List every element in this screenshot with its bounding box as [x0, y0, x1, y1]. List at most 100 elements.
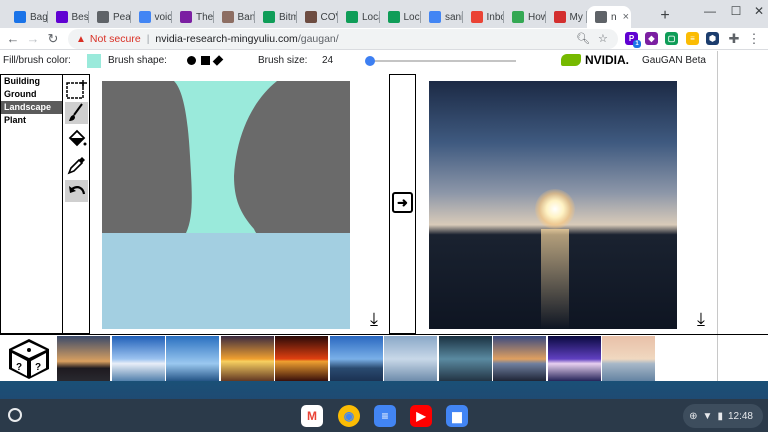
nvidia-logo: NVIDIA.	[561, 53, 629, 67]
brush-icon[interactable]	[65, 102, 88, 124]
style-thumbnail[interactable]	[111, 336, 165, 382]
zoom-icon[interactable]: 🔍︎	[576, 32, 590, 45]
brush-square-icon[interactable]	[201, 56, 210, 65]
style-thumbnail[interactable]	[275, 336, 328, 382]
category-building[interactable]: Building	[1, 75, 62, 88]
brush-size-slider-track[interactable]	[366, 60, 516, 62]
close-window-button[interactable]: ✕	[749, 4, 768, 18]
browser-tab[interactable]: How	[504, 6, 546, 28]
tab-favicon-icon	[595, 11, 607, 23]
eyedropper-icon[interactable]	[65, 154, 88, 176]
new-tab-button[interactable]: +	[655, 6, 675, 26]
tab-favicon-icon	[14, 11, 26, 23]
forward-icon[interactable]: →	[24, 30, 42, 48]
tab-label: How	[528, 11, 546, 23]
extension-green-icon[interactable]: ▢	[665, 32, 678, 45]
security-status[interactable]: Not secure	[90, 33, 141, 45]
download-output-icon[interactable]: ⤓	[691, 309, 711, 329]
app-title: GauGAN Beta	[642, 55, 706, 66]
browser-tab[interactable]: sanit	[421, 6, 463, 28]
address-bar[interactable]: ▲ Not secure | nvidia-research-mingyuliu…	[68, 29, 618, 49]
launcher-icon[interactable]	[8, 408, 22, 422]
reload-icon[interactable]: ↻	[44, 30, 62, 48]
menu-kebab-icon[interactable]: ⋮	[745, 30, 763, 48]
tab-label: My L	[569, 11, 588, 23]
extension-hex-icon[interactable]: ⬢	[706, 32, 719, 45]
undo-icon[interactable]	[65, 180, 88, 202]
tab-favicon-icon	[429, 11, 441, 23]
category-ground[interactable]: Ground	[1, 88, 62, 101]
category-landscape[interactable]: Landscape	[1, 101, 62, 114]
style-thumbnail[interactable]	[384, 336, 437, 382]
extension-shield-icon[interactable]: ◆	[645, 32, 658, 45]
tab-label: Loca	[362, 11, 380, 23]
browser-tab[interactable]: The	[172, 6, 214, 28]
style-thumbnail[interactable]	[329, 336, 383, 382]
new-canvas-icon[interactable]	[65, 78, 88, 100]
tab-label: voice	[154, 11, 173, 23]
browser-tab[interactable]: Best	[48, 6, 89, 28]
back-icon[interactable]: ←	[4, 30, 22, 48]
tab-label: COV	[320, 11, 339, 23]
gaugan-page: Fill/brush color: Brush shape: Brush siz…	[0, 51, 768, 382]
tab-favicon-icon	[470, 11, 483, 23]
brush-diamond-icon[interactable]	[212, 55, 224, 66]
style-thumbnail[interactable]	[493, 336, 546, 382]
category-list: Building Ground Landscape Plant	[0, 74, 62, 334]
sun-reflection	[541, 229, 569, 329]
browser-tab[interactable]: Bitm	[255, 6, 297, 28]
style-thumbnail[interactable]	[220, 336, 274, 382]
category-plant[interactable]: Plant	[1, 114, 62, 127]
tab-close-icon[interactable]: ×	[623, 11, 629, 23]
style-thumbnail[interactable]	[438, 336, 492, 382]
segmentation-map	[102, 81, 350, 329]
browser-tab[interactable]: Peak	[89, 6, 131, 28]
browser-tab[interactable]: Inbo	[463, 6, 504, 28]
tab-label: sanit	[445, 11, 463, 23]
url-divider: |	[146, 33, 150, 45]
fill-color-swatch[interactable]	[87, 54, 101, 68]
browser-tab[interactable]: n ×	[587, 6, 631, 28]
style-thumbnail[interactable]	[166, 336, 219, 382]
gmail-icon[interactable]: M	[301, 405, 323, 427]
status-tray[interactable]: ⊕ ▼ ▮ 12:48	[683, 404, 763, 428]
browser-tab[interactable]: Bang	[214, 6, 255, 28]
brush-circle-icon[interactable]	[187, 56, 196, 65]
download-map-icon[interactable]: ⤓	[364, 309, 384, 329]
bookmark-star-icon[interactable]: ☆	[598, 32, 608, 45]
files-icon[interactable]: ▆	[446, 405, 468, 427]
style-thumbnail[interactable]	[57, 336, 110, 382]
paint-bucket-icon[interactable]	[65, 128, 88, 150]
style-thumbnail-row: ??	[0, 334, 768, 382]
clock: 12:48	[727, 410, 753, 422]
segmentation-canvas[interactable]	[102, 81, 350, 329]
maximize-button[interactable]: ☐	[726, 4, 746, 18]
browser-tab[interactable]: My L	[546, 6, 588, 28]
browser-tab[interactable]: voice	[131, 6, 173, 28]
fill-color-label: Fill/brush color:	[3, 55, 71, 66]
svg-text:?: ?	[16, 362, 22, 373]
browser-tab[interactable]: COV	[297, 6, 339, 28]
tab-favicon-icon	[553, 11, 566, 23]
minimize-button[interactable]: —	[700, 4, 720, 18]
tab-favicon-icon	[346, 11, 358, 23]
tool-column	[62, 74, 90, 334]
style-thumbnail[interactable]	[602, 336, 655, 382]
extensions-puzzle-icon[interactable]: ✚	[725, 30, 743, 48]
url-path: /gaugan/	[297, 33, 339, 45]
random-style-dice-icon[interactable]: ??	[6, 337, 52, 381]
docs-icon[interactable]: ≡	[374, 405, 396, 427]
extension-yellow-icon[interactable]: ≡	[686, 32, 699, 45]
browser-tab[interactable]: Loca	[380, 6, 421, 28]
style-thumbnail[interactable]	[547, 336, 601, 382]
brush-size-slider-thumb[interactable]	[365, 56, 375, 66]
browser-tab[interactable]: Loca	[338, 6, 380, 28]
youtube-icon[interactable]: ▶	[410, 405, 432, 427]
brush-size-value: 24	[322, 55, 334, 66]
browser-tab[interactable]: Bagl	[6, 6, 48, 28]
render-arrow-button[interactable]: ➜	[392, 192, 413, 213]
page-right-edge	[717, 51, 718, 381]
sun-glow	[535, 189, 575, 229]
chrome-icon[interactable]: ◉	[338, 405, 360, 427]
generated-image	[429, 81, 677, 329]
